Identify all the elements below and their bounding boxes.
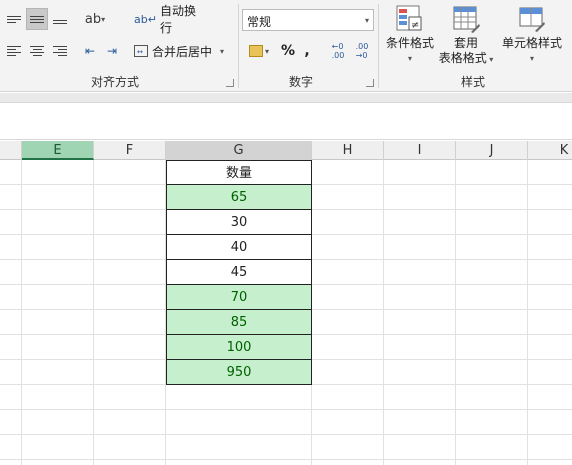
column-header-g[interactable]: G: [166, 141, 312, 160]
conditional-formatting-label: 条件格式: [385, 36, 434, 50]
table-cell[interactable]: 950: [166, 360, 312, 385]
conditional-formatting-button[interactable]: ≠ 条件格式 ▾: [382, 4, 438, 68]
chevron-down-icon: ▾: [364, 16, 369, 25]
formula-bar-area[interactable]: [0, 104, 572, 140]
chevron-down-icon: ▾: [486, 55, 494, 64]
column-gridline: [455, 160, 456, 465]
row-gridline: [0, 459, 572, 460]
row-gridline: [0, 434, 572, 435]
chevron-down-icon: ▾: [101, 14, 106, 24]
align-bottom-button[interactable]: [50, 9, 70, 29]
chevron-down-icon: ▾: [264, 46, 269, 56]
group-divider: [378, 4, 379, 88]
chevron-down-icon: ▾: [220, 46, 225, 56]
align-left-button[interactable]: [4, 41, 24, 61]
table-cell[interactable]: 100: [166, 335, 312, 360]
column-header-row: E F G H I J K: [0, 141, 572, 160]
alignment-dialog-launcher[interactable]: [226, 79, 234, 87]
wrap-text-icon: ab↵: [134, 12, 157, 26]
comma-button[interactable]: ,: [300, 40, 314, 62]
percent-button[interactable]: %: [279, 40, 297, 62]
format-as-table-icon: [453, 6, 480, 33]
increase-decimal-icon: ←0 .00: [331, 42, 345, 60]
column-header-e[interactable]: E: [22, 141, 94, 160]
decrease-decimal-icon: .00 →0: [355, 42, 369, 60]
format-as-table-label-2: 表格格式 ▾: [438, 51, 494, 65]
column-header-i[interactable]: I: [384, 141, 456, 160]
column-gridline: [527, 160, 528, 465]
column-gridline: [93, 160, 94, 465]
align-center-button[interactable]: [27, 41, 47, 61]
decrease-indent-icon: ⇤: [84, 44, 96, 58]
column-header-f[interactable]: F: [94, 141, 166, 160]
comma-label: ,: [304, 43, 310, 59]
chevron-down-icon: ▾: [529, 54, 534, 63]
table-cell[interactable]: 70: [166, 285, 312, 310]
column-gridline: [383, 160, 384, 465]
conditional-formatting-icon: ≠: [396, 5, 422, 31]
alignment-group-label: 对齐方式: [90, 75, 139, 89]
row-gridline: [0, 409, 572, 410]
ribbon: ab ▾ ab↵ 自动换行 ⇤ ⇥ ↔ 合并后居中 ▾ 对齐方式 常规 ▾ ▾ %: [0, 0, 572, 92]
percent-label: %: [280, 43, 296, 59]
increase-indent-icon: ⇥: [106, 44, 118, 58]
styles-group-label: 样式: [460, 75, 485, 89]
decrease-decimal-button[interactable]: .00 →0: [352, 40, 372, 62]
cell-styles-icon: [519, 7, 545, 32]
table-cell[interactable]: 45: [166, 260, 312, 285]
ribbon-bottom-band: [0, 93, 572, 103]
table-cell[interactable]: 65: [166, 185, 312, 210]
column-header-h[interactable]: H: [312, 141, 384, 160]
orientation-button[interactable]: ab ▾: [80, 9, 110, 29]
wrap-text-button[interactable]: ab↵ 自动换行: [134, 4, 206, 35]
number-dialog-launcher[interactable]: [366, 79, 374, 87]
chevron-down-icon: ▾: [407, 54, 412, 63]
number-format-dropdown[interactable]: 常规 ▾: [242, 9, 374, 31]
accounting-format-button[interactable]: ▾: [244, 40, 274, 62]
column-header-k[interactable]: K: [528, 141, 572, 160]
table-cell[interactable]: 40: [166, 235, 312, 260]
number-group-label: 数字: [288, 75, 313, 89]
spreadsheet-grid[interactable]: 数量 65 30 40 45 70 85 100 950: [0, 160, 572, 465]
format-as-table-button[interactable]: 套用 表格格式 ▾: [436, 4, 496, 68]
decrease-indent-button[interactable]: ⇤: [80, 41, 100, 61]
group-divider: [238, 4, 239, 88]
merge-center-button[interactable]: ↔ 合并后居中 ▾: [134, 40, 234, 62]
align-right-button[interactable]: [50, 41, 70, 61]
number-format-value: 常规: [247, 15, 272, 29]
column-header-j[interactable]: J: [456, 141, 528, 160]
table-cell[interactable]: 30: [166, 210, 312, 235]
wrap-text-label: 自动换行: [159, 4, 196, 35]
increase-decimal-button[interactable]: ←0 .00: [328, 40, 348, 62]
align-middle-button[interactable]: [26, 8, 48, 30]
format-as-table-label-1: 套用: [453, 36, 478, 50]
svg-text:≠: ≠: [411, 20, 419, 31]
currency-icon: [248, 45, 263, 57]
orientation-icon: ab: [84, 11, 102, 27]
column-gridline: [21, 160, 22, 465]
cell-styles-label: 单元格样式: [501, 36, 562, 50]
merge-center-label: 合并后居中: [152, 44, 213, 59]
increase-indent-button[interactable]: ⇥: [102, 41, 122, 61]
table-header-cell[interactable]: 数量: [166, 160, 312, 185]
align-top-button[interactable]: [4, 9, 24, 29]
table-cell[interactable]: 85: [166, 310, 312, 335]
cell-styles-button[interactable]: 单元格样式 ▾: [498, 4, 566, 68]
merge-icon: ↔: [134, 45, 148, 57]
row-selector-corner[interactable]: [0, 141, 22, 160]
